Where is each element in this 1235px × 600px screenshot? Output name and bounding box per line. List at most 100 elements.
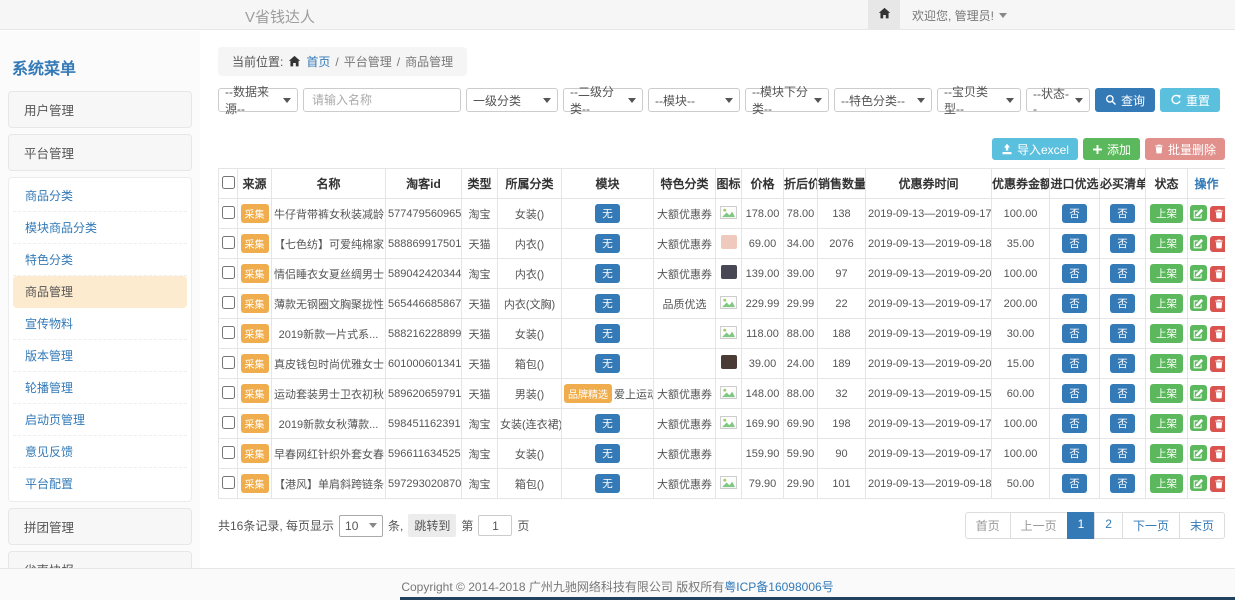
sidebar-subitem[interactable]: 特色分类	[13, 244, 187, 276]
import-toggle-button[interactable]: 否	[1062, 474, 1087, 493]
must-buy-toggle-button[interactable]: 否	[1110, 234, 1135, 253]
delete-button[interactable]	[1210, 386, 1225, 402]
import-toggle-button[interactable]: 否	[1062, 384, 1087, 403]
sidebar-subitem[interactable]: 宣传物料	[13, 308, 187, 340]
import-toggle-button[interactable]: 否	[1062, 294, 1087, 313]
reset-button[interactable]: 重置	[1160, 88, 1220, 112]
row-checkbox[interactable]	[222, 356, 235, 369]
filter-select-module[interactable]: --模块--	[648, 88, 740, 112]
sidebar-subitem[interactable]: 启动页管理	[13, 404, 187, 436]
must-buy-toggle-button[interactable]: 否	[1110, 444, 1135, 463]
status-button[interactable]: 上架	[1150, 444, 1183, 463]
filter-select-status[interactable]: --状态--	[1026, 88, 1090, 112]
search-name-input[interactable]	[303, 88, 461, 112]
module-badge[interactable]: 无	[595, 474, 620, 493]
must-buy-toggle-button[interactable]: 否	[1110, 264, 1135, 283]
delete-button[interactable]	[1210, 416, 1225, 432]
sidebar-subitem[interactable]: 模块商品分类	[13, 212, 187, 244]
sidebar-subitem-active[interactable]: 商品管理	[13, 276, 187, 308]
row-checkbox[interactable]	[222, 296, 235, 309]
module-badge[interactable]: 品牌精选	[564, 384, 612, 403]
import-toggle-button[interactable]: 否	[1062, 444, 1087, 463]
edit-button[interactable]	[1190, 415, 1207, 431]
pager-prev[interactable]: 上一页	[1010, 512, 1068, 539]
edit-button[interactable]	[1190, 205, 1207, 221]
delete-button[interactable]	[1210, 356, 1225, 372]
status-button[interactable]: 上架	[1150, 384, 1183, 403]
row-checkbox[interactable]	[222, 446, 235, 459]
delete-button[interactable]	[1210, 236, 1225, 252]
must-buy-toggle-button[interactable]: 否	[1110, 414, 1135, 433]
status-button[interactable]: 上架	[1150, 234, 1183, 253]
pager-page-2[interactable]: 2	[1094, 512, 1123, 539]
icp-link[interactable]: 粤ICP备16098006号	[724, 580, 833, 594]
pager-last[interactable]: 末页	[1179, 512, 1225, 539]
filter-select-item-type[interactable]: --宝贝类型--	[937, 88, 1021, 112]
delete-button[interactable]	[1210, 476, 1225, 492]
must-buy-toggle-button[interactable]: 否	[1110, 384, 1135, 403]
add-button[interactable]: 添加	[1083, 138, 1140, 160]
sidebar-subitem[interactable]: 意见反馈	[13, 436, 187, 468]
must-buy-toggle-button[interactable]: 否	[1110, 474, 1135, 493]
sidebar-item[interactable]: 省惠快报	[8, 551, 192, 568]
row-checkbox[interactable]	[222, 266, 235, 279]
sidebar-item[interactable]: 用户管理	[8, 91, 192, 128]
status-button[interactable]: 上架	[1150, 204, 1183, 223]
row-checkbox[interactable]	[222, 236, 235, 249]
module-badge[interactable]: 无	[595, 414, 620, 433]
module-badge[interactable]: 无	[595, 204, 620, 223]
user-menu[interactable]: 欢迎您, 管理员!	[900, 0, 1019, 30]
must-buy-toggle-button[interactable]: 否	[1110, 204, 1135, 223]
module-badge[interactable]: 无	[595, 324, 620, 343]
search-button[interactable]: 查询	[1095, 88, 1155, 112]
breadcrumb-home-link[interactable]: 首页	[306, 53, 330, 70]
edit-button[interactable]	[1190, 475, 1207, 491]
row-checkbox[interactable]	[222, 386, 235, 399]
edit-button[interactable]	[1190, 295, 1207, 311]
filter-select-level2-category[interactable]: --二级分类--	[563, 88, 643, 112]
must-buy-toggle-button[interactable]: 否	[1110, 324, 1135, 343]
module-badge[interactable]: 无	[595, 444, 620, 463]
status-button[interactable]: 上架	[1150, 294, 1183, 313]
sidebar-subitem[interactable]: 版本管理	[13, 340, 187, 372]
batch-delete-button[interactable]: 批量删除	[1145, 138, 1225, 160]
row-checkbox[interactable]	[222, 206, 235, 219]
pager-page-1[interactable]: 1	[1067, 512, 1096, 539]
must-buy-toggle-button[interactable]: 否	[1110, 294, 1135, 313]
row-checkbox[interactable]	[222, 416, 235, 429]
status-button[interactable]: 上架	[1150, 324, 1183, 343]
sidebar-subitem[interactable]: 商品分类	[13, 180, 187, 212]
select-all-checkbox[interactable]	[222, 176, 235, 189]
import-toggle-button[interactable]: 否	[1062, 264, 1087, 283]
sidebar-item[interactable]: 平台管理	[8, 134, 192, 171]
edit-button[interactable]	[1190, 235, 1207, 251]
edit-button[interactable]	[1190, 385, 1207, 401]
module-badge[interactable]: 无	[595, 264, 620, 283]
import-excel-button[interactable]: 导入excel	[992, 138, 1078, 160]
filter-select-level1-category[interactable]: 一级分类	[466, 88, 558, 112]
filter-select-module-sub-category[interactable]: --模块下分类--	[745, 88, 829, 112]
per-page-select[interactable]: 10	[339, 515, 383, 537]
module-badge[interactable]: 无	[595, 354, 620, 373]
status-button[interactable]: 上架	[1150, 414, 1183, 433]
row-checkbox[interactable]	[222, 476, 235, 489]
delete-button[interactable]	[1210, 266, 1225, 282]
jump-button[interactable]: 跳转到	[408, 514, 456, 537]
module-badge[interactable]: 无	[595, 234, 620, 253]
delete-button[interactable]	[1210, 296, 1225, 312]
pager-next[interactable]: 下一页	[1122, 512, 1180, 539]
pager-first[interactable]: 首页	[965, 512, 1011, 539]
edit-button[interactable]	[1190, 325, 1207, 341]
page-number-input[interactable]	[478, 515, 512, 536]
edit-button[interactable]	[1190, 445, 1207, 461]
import-toggle-button[interactable]: 否	[1062, 414, 1087, 433]
edit-button[interactable]	[1190, 265, 1207, 281]
status-button[interactable]: 上架	[1150, 264, 1183, 283]
delete-button[interactable]	[1210, 446, 1225, 462]
delete-button[interactable]	[1210, 326, 1225, 342]
status-button[interactable]: 上架	[1150, 474, 1183, 493]
edit-button[interactable]	[1190, 355, 1207, 371]
sidebar-subitem[interactable]: 平台配置	[13, 468, 187, 499]
status-button[interactable]: 上架	[1150, 354, 1183, 373]
must-buy-toggle-button[interactable]: 否	[1110, 354, 1135, 373]
